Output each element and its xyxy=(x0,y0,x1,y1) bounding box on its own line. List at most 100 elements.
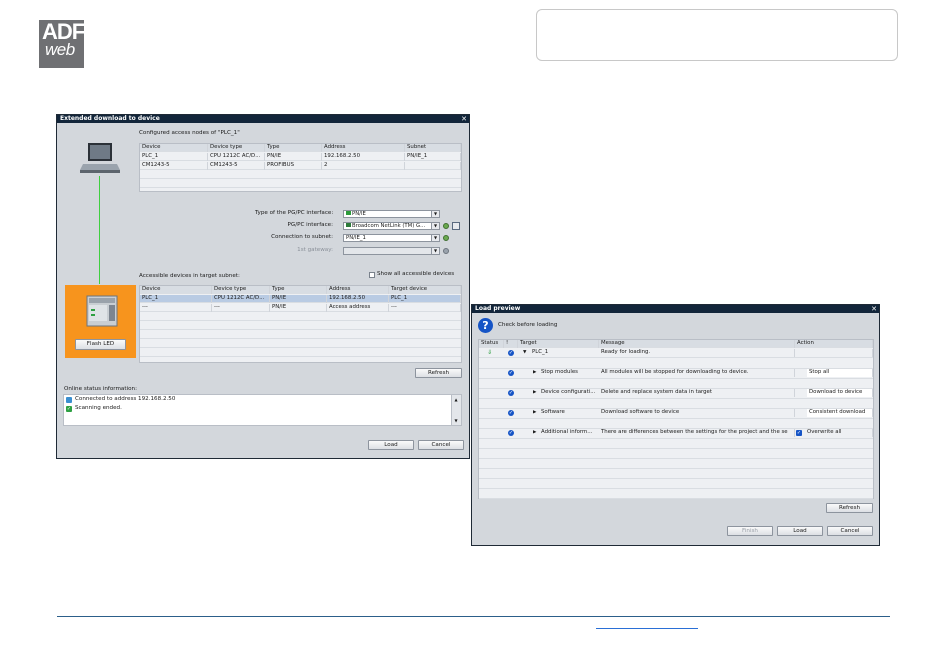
chevron-down-icon[interactable]: ▼ xyxy=(431,211,439,217)
expand-icon[interactable]: ▼ xyxy=(523,349,526,357)
table-header: Device Device type Type Address Target d… xyxy=(140,286,461,294)
cell: --- xyxy=(140,304,212,312)
pgpc-interface-select[interactable]: Broadcom NetLink (TM) G... ▼ xyxy=(343,222,440,230)
cell: Software xyxy=(541,409,565,415)
action-select[interactable]: Stop all xyxy=(807,369,873,377)
gateway-status-icon[interactable] xyxy=(443,248,449,254)
flash-led-button[interactable]: Flash LED xyxy=(75,339,126,350)
accessible-devices-table: Device Device type Type Address Target d… xyxy=(139,285,462,363)
action-select[interactable]: Download to device xyxy=(807,389,873,397)
properties-icon[interactable] xyxy=(452,222,460,230)
column-header[interactable]: Type xyxy=(265,144,322,152)
connected-icon xyxy=(66,397,72,403)
column-header[interactable]: Target device xyxy=(389,286,461,294)
cell: CM1243-5 xyxy=(208,162,265,170)
table-row[interactable]: CM1243-5 CM1243-5 PROFIBUS 2 xyxy=(140,162,461,170)
configured-nodes-table: Device Device type Type Address Subnet P… xyxy=(139,143,462,192)
column-header[interactable]: Address xyxy=(322,144,405,152)
action-select[interactable]: Consistent download xyxy=(807,409,873,417)
table-row[interactable]: ✓ ▶ Software Download software to device… xyxy=(479,409,873,419)
column-header[interactable]: Device type xyxy=(208,144,265,152)
table-header: Device Device type Type Address Subnet xyxy=(140,144,461,152)
table-row xyxy=(479,449,873,459)
cell: --- xyxy=(212,304,270,312)
overwrite-checkbox[interactable]: ✓ xyxy=(796,430,802,436)
table-row xyxy=(140,171,461,179)
configured-nodes-title: Configured access nodes of "PLC_1" xyxy=(139,130,240,136)
subnet-label: Connection to subnet: xyxy=(271,234,333,240)
table-row xyxy=(140,313,461,321)
cell: 192.168.2.50 xyxy=(327,295,389,303)
cell: PN/IE xyxy=(270,295,327,303)
finish-button[interactable]: Finish xyxy=(727,526,773,536)
expand-icon[interactable]: ▶ xyxy=(533,409,536,417)
column-header[interactable]: Type xyxy=(270,286,327,294)
table-row[interactable]: ⇓ ✓ ▼ PLC_1 Ready for loading. xyxy=(479,349,873,358)
subnet-status-icon[interactable] xyxy=(443,235,449,241)
pgpc-type-value: PN/IE xyxy=(352,211,366,217)
column-header[interactable]: ! xyxy=(504,340,518,348)
chevron-down-icon[interactable]: ▼ xyxy=(431,223,439,229)
table-row xyxy=(479,439,873,449)
table-row xyxy=(479,399,873,409)
cancel-button[interactable]: Cancel xyxy=(418,440,464,450)
cancel-button[interactable]: Cancel xyxy=(827,526,873,536)
pgpc-interface-value: Broadcom NetLink (TM) G... xyxy=(352,223,426,229)
plc-panel: Flash LED xyxy=(65,285,136,358)
table-row[interactable]: ✓ ▶ Additional inform... There are diffe… xyxy=(479,429,873,439)
load-preview-table: Status ! Target Message Action ⇓ ✓ ▼ PLC… xyxy=(478,339,874,499)
chevron-down-icon[interactable]: ▼ xyxy=(431,235,439,241)
column-header[interactable]: Action xyxy=(795,340,873,348)
column-header[interactable]: Device xyxy=(140,286,212,294)
show-all-checkbox[interactable] xyxy=(369,272,375,278)
table-row xyxy=(140,331,461,339)
interface-status-icon[interactable] xyxy=(443,223,449,229)
download-dialog-titlebar: Extended download to device ✕ xyxy=(57,115,469,123)
status-line: Connected to address 192.168.2.50 xyxy=(75,396,176,402)
table-row[interactable]: PLC_1 CPU 1212C AC/D... PN/IE 192.168.2.… xyxy=(140,153,461,161)
scroll-down-icon[interactable]: ▼ xyxy=(452,417,460,424)
scrollbar[interactable]: ▲ ▼ xyxy=(451,395,461,425)
cell: PLC_1 xyxy=(389,295,461,303)
pgpc-type-select[interactable]: PN/IE ▼ xyxy=(343,210,440,218)
column-header[interactable]: Device type xyxy=(212,286,270,294)
expand-icon[interactable]: ▶ xyxy=(533,369,536,377)
table-row[interactable]: ✓ ▶ Stop modules All modules will be sto… xyxy=(479,369,873,379)
table-row xyxy=(479,489,873,499)
expand-icon[interactable]: ▶ xyxy=(533,429,536,437)
close-icon[interactable]: ✕ xyxy=(870,305,878,313)
cell: All modules will be stopped for download… xyxy=(599,369,795,377)
column-header[interactable]: Address xyxy=(327,286,389,294)
cell xyxy=(405,162,461,170)
expand-icon[interactable]: ▶ xyxy=(533,389,536,397)
table-row[interactable]: PLC_1 CPU 1212C AC/D... PN/IE 192.168.2.… xyxy=(140,295,461,303)
table-row xyxy=(140,180,461,188)
load-button[interactable]: Load xyxy=(368,440,414,450)
column-header[interactable]: Message xyxy=(599,340,795,348)
gateway-select[interactable]: ▼ xyxy=(343,247,440,255)
refresh-button[interactable]: Refresh xyxy=(826,503,873,513)
load-button[interactable]: Load xyxy=(777,526,823,536)
column-header[interactable]: Subnet xyxy=(405,144,461,152)
scroll-up-icon[interactable]: ▲ xyxy=(452,396,460,403)
footer-link[interactable] xyxy=(596,628,698,629)
table-row[interactable]: ✓ ▶ Device configurati... Delete and rep… xyxy=(479,389,873,399)
column-header[interactable]: Target xyxy=(518,340,599,348)
column-header[interactable]: Device xyxy=(140,144,208,152)
cell: PN/IE xyxy=(265,153,322,161)
show-all-label[interactable]: Show all accessible devices xyxy=(377,270,454,278)
logo-line2: web xyxy=(45,40,75,59)
connection-line xyxy=(99,176,100,284)
cell: Device configurati... xyxy=(541,389,596,395)
cell: Overwrite all xyxy=(805,429,873,437)
success-icon: ✓ xyxy=(66,406,72,412)
header-box xyxy=(536,9,898,61)
check-icon: ✓ xyxy=(508,410,514,416)
close-icon[interactable]: ✕ xyxy=(460,115,468,123)
chevron-down-icon[interactable]: ▼ xyxy=(431,248,439,254)
column-header[interactable]: Status xyxy=(479,340,504,348)
table-row[interactable]: --- --- PN/IE Access address --- xyxy=(140,304,461,312)
refresh-button[interactable]: Refresh xyxy=(415,368,462,378)
cell: Ready for loading. xyxy=(599,349,795,357)
subnet-select[interactable]: PN/IE_1 ▼ xyxy=(343,234,440,242)
